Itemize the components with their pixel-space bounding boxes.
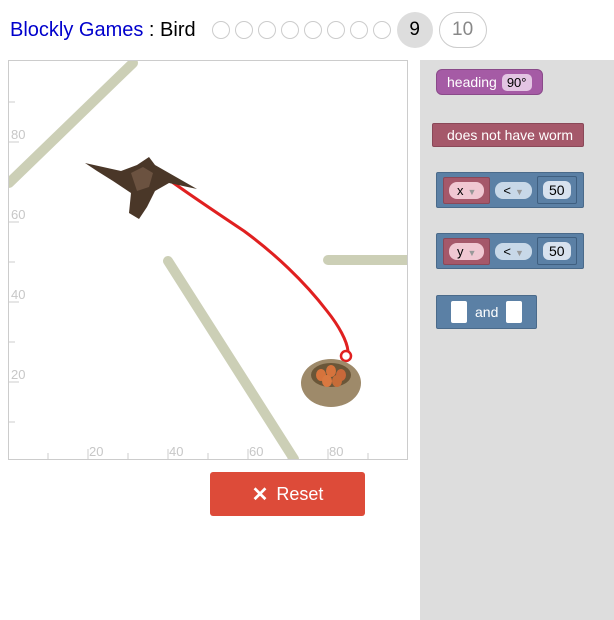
y-variable-dropdown[interactable]: y ▼ bbox=[449, 242, 485, 260]
dropdown-arrow-icon: ▼ bbox=[515, 247, 524, 258]
dropdown-arrow-icon: ▼ bbox=[467, 247, 477, 258]
heading-label: heading bbox=[447, 74, 497, 90]
title-separator: : bbox=[143, 18, 161, 41]
and-block[interactable]: and bbox=[436, 295, 538, 329]
and-input-slot-left bbox=[451, 301, 467, 323]
and-input-slot-right bbox=[506, 301, 523, 323]
level-dot-6[interactable] bbox=[326, 21, 345, 39]
x-tick-label: 40 bbox=[169, 444, 183, 459]
dropdown-arrow-icon: ▼ bbox=[467, 186, 477, 197]
path-end-marker bbox=[339, 349, 353, 363]
x-variable-block[interactable]: x ▼ bbox=[443, 176, 491, 204]
reset-button[interactable]: ✕ Reset bbox=[210, 472, 365, 516]
level-dot-8[interactable] bbox=[372, 21, 391, 39]
number-field[interactable]: 50 bbox=[542, 242, 571, 260]
level-dot-4[interactable] bbox=[280, 21, 299, 39]
number-field[interactable]: 50 bbox=[542, 181, 571, 199]
x-tick-label: 60 bbox=[249, 444, 263, 459]
y-tick-label: 80 bbox=[11, 127, 25, 142]
y-variable-block[interactable]: y ▼ bbox=[443, 237, 491, 265]
header: Blockly Games : Bird 9 10 bbox=[10, 12, 487, 48]
level-selector: 9 10 bbox=[211, 12, 487, 48]
reset-label: Reset bbox=[276, 483, 324, 504]
x-tick-label: 20 bbox=[89, 444, 103, 459]
compare-operator-dropdown[interactable]: < ▼ bbox=[495, 181, 532, 199]
current-level[interactable]: 9 bbox=[396, 12, 433, 48]
wall-top-left bbox=[9, 61, 138, 188]
compare-y-block[interactable]: y ▼ < ▼ 50 bbox=[436, 233, 584, 269]
page-title: Blockly Games : Bird bbox=[10, 19, 196, 42]
compare-x-block[interactable]: x ▼ < ▼ 50 bbox=[436, 172, 584, 208]
number-block[interactable]: 50 bbox=[536, 237, 577, 265]
toolbox: heading 90° does not have worm x ▼ < ▼ 50 … bbox=[420, 60, 614, 620]
flight-path bbox=[159, 172, 350, 353]
game-name: Bird bbox=[160, 18, 196, 41]
and-label: and bbox=[475, 304, 499, 320]
wall-diagonal bbox=[163, 256, 299, 459]
y-tick-label: 60 bbox=[11, 207, 25, 222]
does-not-have-worm-block[interactable]: does not have worm bbox=[432, 123, 585, 147]
x-tick-label: 80 bbox=[329, 444, 343, 459]
app-link[interactable]: Blockly Games bbox=[10, 19, 143, 41]
x-variable-dropdown[interactable]: x ▼ bbox=[449, 181, 485, 199]
level-dot-2[interactable] bbox=[234, 21, 253, 39]
close-icon: ✕ bbox=[251, 483, 269, 506]
number-block[interactable]: 50 bbox=[536, 176, 577, 204]
level-dot-3[interactable] bbox=[257, 21, 276, 39]
heading-angle-field[interactable]: 90° bbox=[501, 73, 532, 91]
game-canvas: 80 60 40 20 20 40 60 80 bbox=[8, 60, 408, 460]
level-dot-1[interactable] bbox=[211, 21, 230, 39]
axis-ticks bbox=[9, 101, 369, 459]
level-dot-7[interactable] bbox=[349, 21, 368, 39]
y-tick-label: 20 bbox=[11, 367, 25, 382]
next-level[interactable]: 10 bbox=[438, 12, 487, 48]
worm-label: does not have worm bbox=[447, 127, 574, 143]
compare-operator-dropdown[interactable]: < ▼ bbox=[495, 242, 532, 260]
level-dot-5[interactable] bbox=[303, 21, 322, 39]
y-tick-label: 40 bbox=[11, 287, 25, 302]
heading-block[interactable]: heading 90° bbox=[436, 69, 543, 95]
dropdown-arrow-icon: ▼ bbox=[515, 186, 524, 197]
nest-icon bbox=[301, 359, 361, 407]
